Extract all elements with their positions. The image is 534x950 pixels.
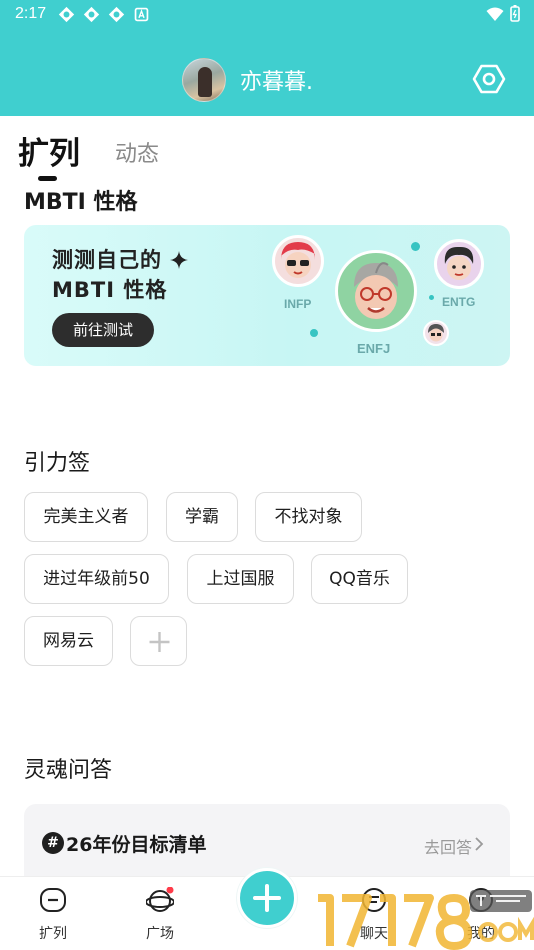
- sync-icon: [58, 6, 75, 23]
- infp-label: INFP: [284, 297, 312, 311]
- avatar[interactable]: [182, 58, 226, 102]
- nav-label: 广场: [146, 926, 174, 942]
- message-icon: [362, 888, 386, 912]
- create-post-button[interactable]: [237, 868, 297, 928]
- decor-dot: [429, 295, 434, 300]
- infp-avatar: [272, 235, 324, 287]
- tag-chip[interactable]: 进过年级前50: [24, 554, 169, 604]
- planet-icon: [146, 887, 174, 912]
- nav-wode[interactable]: 我的: [451, 877, 511, 950]
- tags-section-title: 引力签: [24, 451, 91, 476]
- sync-icon: [108, 6, 125, 23]
- qa-section-title: 灵魂问答: [24, 758, 113, 783]
- tag-chip[interactable]: 学霸: [166, 492, 238, 542]
- enfj-label: ENFJ: [357, 341, 391, 356]
- add-tag-button[interactable]: [130, 616, 187, 666]
- wifi-icon: [486, 7, 504, 21]
- cartoon-face-icon: [354, 262, 398, 319]
- tag-chip[interactable]: 不找对象: [255, 492, 362, 542]
- chat-bubble-icon: [40, 888, 66, 912]
- tab-indicator: [38, 176, 57, 181]
- decor-dot: [411, 242, 420, 251]
- battery-icon: [510, 5, 520, 22]
- hashtag-icon: #: [42, 832, 64, 854]
- answer-link[interactable]: 去回答: [424, 834, 472, 858]
- small-avatar: [423, 320, 449, 346]
- cartoon-face-icon: [428, 324, 444, 342]
- tag-chip[interactable]: QQ音乐: [311, 554, 408, 604]
- tag-chip[interactable]: 完美主义者: [24, 492, 148, 542]
- cartoon-face-icon: [281, 242, 315, 278]
- settings-icon[interactable]: [472, 62, 506, 96]
- sync-icon: [83, 6, 100, 23]
- sparkle-icon: [170, 251, 189, 269]
- system-indicators: [486, 5, 520, 22]
- banner-line-2: MBTI 性格: [52, 278, 168, 302]
- nav-label: 聊天: [360, 926, 388, 942]
- nav-liaotian[interactable]: 聊天: [344, 877, 404, 950]
- nav-kuolie[interactable]: 扩列: [23, 877, 83, 950]
- mbti-banner[interactable]: 测测自己的 MBTI 性格 前往测试 INFP ENFJ ENTG: [24, 225, 510, 366]
- nav-guangchang[interactable]: 广场: [130, 877, 190, 950]
- start-test-button[interactable]: 前往测试: [52, 313, 154, 347]
- plus-icon: [253, 884, 281, 912]
- nav-label: 扩列: [39, 926, 67, 942]
- app-a-icon: [134, 7, 149, 22]
- chevron-right-icon: [475, 837, 484, 851]
- entg-label: ENTG: [442, 295, 476, 309]
- status-time: 2:17: [15, 5, 47, 22]
- decor-dot: [310, 329, 318, 337]
- qa-question-title: 26年份目标清单: [66, 834, 207, 856]
- header-bar: 2:17 亦暮暮.: [0, 0, 534, 116]
- nav-label: 我的: [467, 926, 495, 942]
- tag-chip[interactable]: 上过国服: [187, 554, 294, 604]
- banner-headline: 测测自己的 MBTI 性格: [52, 245, 189, 305]
- tab-kuolie[interactable]: 扩列: [18, 128, 80, 173]
- cartoon-face-icon: [444, 246, 474, 280]
- status-bar: 2:17: [0, 0, 534, 28]
- tag-chip[interactable]: 网易云: [24, 616, 113, 666]
- notification-icons: [58, 6, 150, 23]
- entg-avatar: [434, 239, 484, 289]
- banner-line-1: 测测自己的: [52, 248, 162, 272]
- enfj-avatar: [335, 250, 417, 332]
- profile-icon: [469, 888, 493, 912]
- tab-dongtai[interactable]: 动态: [115, 136, 159, 168]
- mbti-section-title: MBTI 性格: [24, 190, 138, 215]
- plus-icon: [149, 632, 170, 652]
- profile-summary[interactable]: 亦暮暮.: [182, 57, 313, 103]
- username: 亦暮暮.: [240, 70, 313, 95]
